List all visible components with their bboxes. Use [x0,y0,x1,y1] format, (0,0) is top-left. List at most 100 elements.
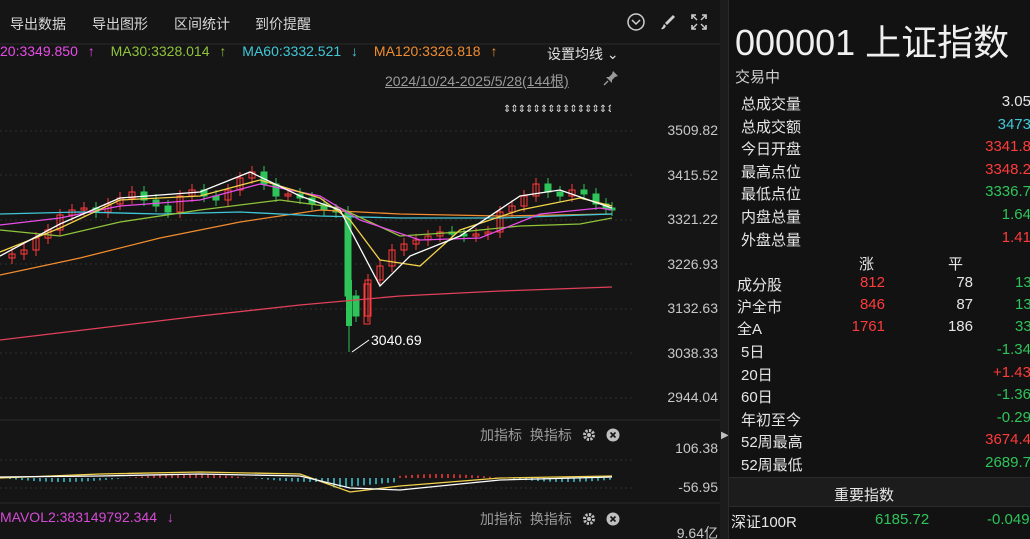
important-indices-title: 重要指数 [833,487,894,504]
moving-average-legend: 20:3349.850 ↑ MA30:3328.014 ↑ MA60:3332.… [0,43,509,61]
quote-panel: 000001 上证指数 交易中 总成交量 3.05 总成交额 3473 今日开盘 3341… [728,0,1030,539]
candle-body [164,205,172,213]
ma-settings-dropdown[interactable]: 设置均线 ⌄ [547,44,619,64]
stat-label: 总成交量 [741,96,802,113]
stat-value: 3336.7 [985,183,1030,201]
stat-label: 今日开盘 [741,141,802,159]
ma30-value: MA30:3328.014 ↑ [110,43,227,59]
period-value: -0.29 [996,408,1030,426]
price-axis-label: 3038.33 [667,345,718,361]
stat-value: 3341.8 [985,138,1030,156]
pin-icon[interactable] [603,70,619,86]
gear-icon[interactable] [582,428,596,442]
price-axis-label: 2944.04 [667,389,718,405]
breadth-flat-count: 78 [956,274,973,291]
collapse-arrow-icon[interactable]: ▶ [721,424,729,448]
breadth-up-count: 812 [859,274,885,291]
vol-panel-tools: 加指标 换指标 [480,509,620,529]
stat-row: 最低点位 3336.7 [741,183,1030,205]
period-label: 52周最低 [741,456,803,474]
period-row: 52周最低 2689.7 [741,454,1030,476]
stat-row: 内盘总量 1.64 [741,206,1030,228]
stat-label: 总成交额 [741,118,802,136]
candle-body [544,183,552,193]
date-range-label[interactable]: 2024/10/24-2025/5/28(144根) [385,71,569,91]
breadth-label: 成分股 [737,277,783,294]
macd-axis-bottom: -56.95 [678,479,718,495]
panel-splitter[interactable] [720,0,728,539]
signal-arrows: ⇕⇕⇕⇕⇕⇕⇕⇕⇕⇕⇕⇕⇕⇕⇕⇕ [503,104,611,115]
period-label: 5日 [741,344,765,361]
export-data-button[interactable]: 导出数据 [10,14,66,34]
mavol-label: MAVOL2:383149792.344 ↓ [0,509,174,525]
period-row: 52周最高 3674.4 [741,431,1030,453]
stat-row: 最高点位 3348.2 [741,161,1030,183]
period-row: 5日 -1.34 [741,341,1030,363]
chart-toolbar: 导出数据 导出图形 区间统计 到价提醒 [0,0,720,44]
chevron-down-circle-icon[interactable] [626,12,646,32]
price-axis-label: 3226.93 [667,256,718,272]
switch-indicator-button[interactable]: 换指标 [530,511,572,527]
candle-body [580,189,588,195]
gear-icon[interactable] [582,512,596,526]
period-row: 年初至今 -0.29 [741,409,1030,431]
low-annotation-arrow [351,339,370,353]
price-alert-button[interactable]: 到价提醒 [255,14,311,34]
important-indices-header[interactable]: 重要指数 [729,477,1030,507]
switch-indicator-button[interactable]: 换指标 [530,427,572,443]
brush-icon[interactable] [658,12,678,32]
add-indicator-button[interactable]: 加指标 [480,427,522,443]
stat-value: 1.64 [1001,206,1030,223]
breadth-down-count: 13 [1015,296,1030,313]
stat-row: 总成交量 3.05 [741,93,1030,115]
add-indicator-button[interactable]: 加指标 [480,511,522,527]
period-label: 60日 [741,389,773,406]
important-index-row[interactable]: 深证100R 6185.72 -0.049 [731,511,1030,533]
stat-value: 3473 [997,115,1030,133]
kline-chart-area[interactable]: 导出数据 导出图形 区间统计 到价提醒 20:3349.850 ↑ MA30:3… [0,0,720,539]
fullscreen-icon[interactable] [689,12,709,32]
candle-body [556,191,564,197]
stat-value: 3.05 [1001,93,1030,110]
stat-row: 今日开盘 3341.8 [741,138,1030,160]
dif-line [0,471,613,493]
breadth-label: 沪全市 [737,299,783,316]
breadth-up-count: 1761 [851,318,885,335]
period-value: +1.43 [993,363,1030,381]
price-axis-label: 3415.52 [667,167,718,183]
range-stats-button[interactable]: 区间统计 [174,14,230,34]
ma120-value: MA120:3326.818 ↑ [373,43,498,59]
vol-axis-top: 9.64亿 [676,525,718,539]
stat-row: 外盘总量 1.41 [741,229,1030,251]
index-change: -0.049 [987,511,1030,528]
stat-row: 总成交额 3473 [741,116,1030,138]
close-icon[interactable] [606,512,620,526]
period-label: 20日 [741,366,773,384]
price-axis-label: 3321.22 [667,211,718,227]
export-chart-button[interactable]: 导出图形 [92,14,148,34]
period-value: -1.36 [996,386,1030,403]
stat-value: 1.41 [1001,228,1030,246]
breadth-down-count: 13 [1015,274,1030,291]
index-name: 深证100R [731,514,797,531]
breadth-header-up: 涨 [859,256,875,273]
stat-label: 外盘总量 [741,231,802,249]
breadth-header-flat: 平 [948,256,964,273]
stat-label: 内盘总量 [741,209,802,226]
breadth-down-count: 33 [1015,318,1030,335]
ma250-line [0,286,613,341]
period-label: 52周最高 [741,434,803,451]
breadth-row: 沪全市 846 87 13 [737,296,1030,318]
breadth-up-count: 846 [859,296,885,313]
period-row: 60日 -1.36 [741,386,1030,408]
breadth-flat-count: 186 [947,318,973,335]
period-label: 年初至今 [741,411,802,429]
breadth-flat-count: 87 [956,296,973,313]
stat-label: 最低点位 [741,186,802,204]
period-row: 20日 +1.43 [741,364,1030,386]
period-value: 2689.7 [985,453,1030,471]
stat-value: 3348.2 [985,160,1030,178]
period-value: -1.34 [996,341,1030,358]
close-icon[interactable] [606,428,620,442]
stat-label: 最高点位 [741,163,802,181]
